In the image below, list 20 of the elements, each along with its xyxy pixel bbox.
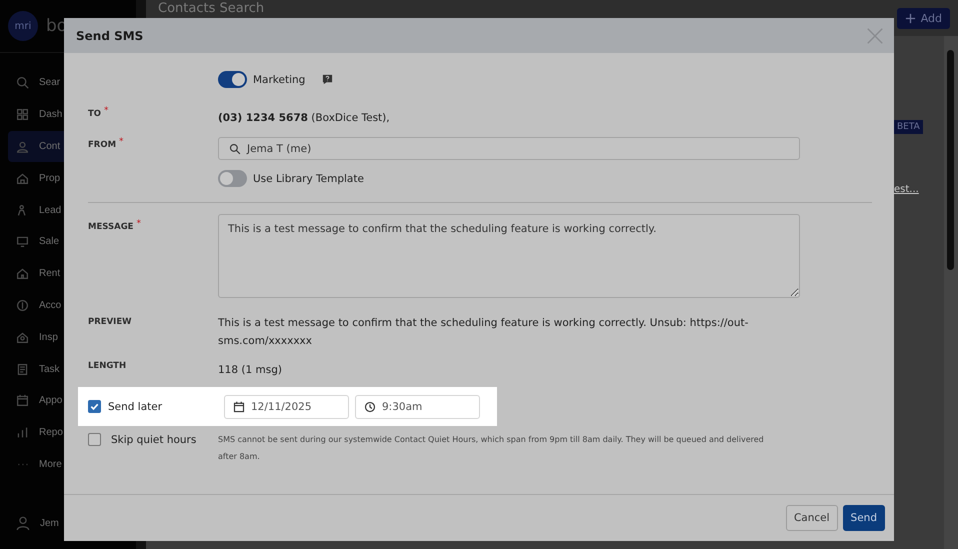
checkbox-label: Skip quiet hours — [111, 434, 196, 446]
recipient-text: (03) 1234 5678 (BoxDice Test), — [218, 112, 390, 124]
beta-badge: BETA — [894, 120, 923, 134]
toggle-label: Marketing — [253, 74, 306, 86]
required-mark: * — [136, 219, 141, 229]
field-label: LENGTH — [88, 360, 126, 371]
field-label: TO — [88, 108, 102, 119]
quiet-hours-note: SMS cannot be sent during our systemwide Contact Quiet Hours, which span from 9pm till 8am daily. They will be queued and delivered after 8am. — [218, 434, 765, 463]
preview-text: This is a test message to confirm that the scheduling feature is working correctly. Unsub: https://out-sms.com/xxxxxxx — [218, 316, 750, 349]
logo: mri — [8, 11, 38, 41]
checkbox-label: Send later — [108, 400, 162, 412]
field-label: MESSAGE — [88, 221, 134, 232]
required-mark: * — [104, 106, 109, 116]
field-label: FROM — [88, 139, 116, 150]
field-label: PREVIEW — [88, 316, 132, 327]
length-text: 118 (1 msg) — [218, 364, 282, 376]
page-title: Contacts Search — [158, 1, 264, 16]
dialog-title: Send SMS — [76, 28, 144, 42]
required-mark: * — [119, 137, 124, 147]
toggle-label: Use Library Template — [253, 172, 364, 184]
